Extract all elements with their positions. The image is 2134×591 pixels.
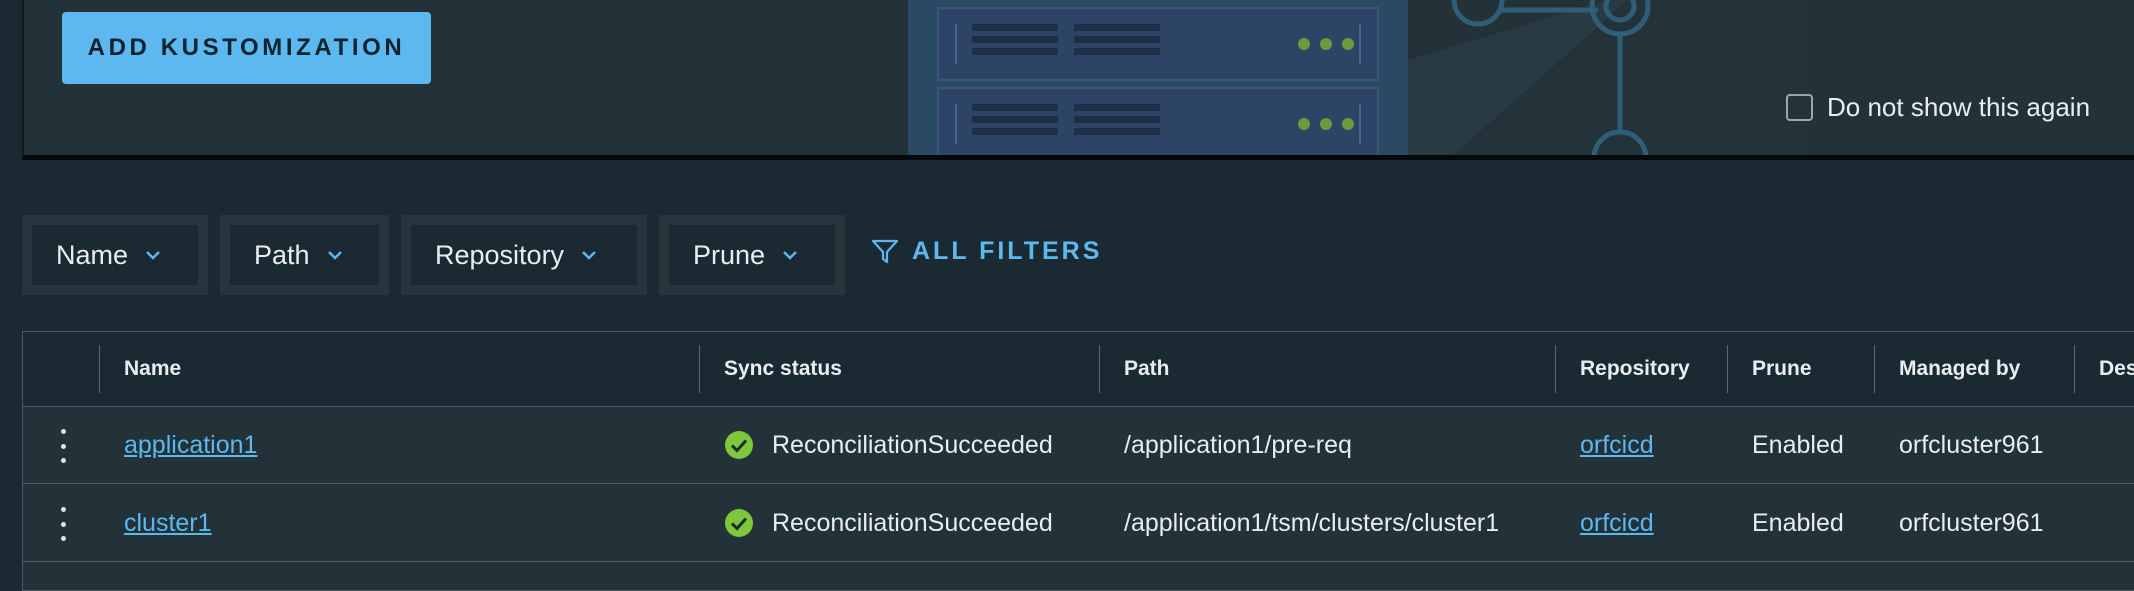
do-not-show-again[interactable]: Do not show this again xyxy=(1786,92,2090,123)
row-actions-kebab-icon[interactable] xyxy=(57,429,69,463)
filter-repository-label: Repository xyxy=(435,239,565,270)
network-illustration xyxy=(1408,0,1808,155)
filter-prune-label: Prune xyxy=(693,239,766,270)
column-header-prune[interactable]: Prune xyxy=(1752,332,1812,406)
check-circle-icon xyxy=(725,509,753,537)
column-header-description[interactable]: Des xyxy=(2099,332,2134,406)
add-kustomization-button[interactable]: ADD KUSTOMIZATION xyxy=(62,12,431,84)
check-circle-icon xyxy=(725,431,753,459)
column-separator xyxy=(99,345,100,393)
repository-link[interactable]: orfcicd xyxy=(1580,509,1654,538)
sync-status-cell: ReconciliationSucceeded xyxy=(724,407,1053,483)
column-separator xyxy=(1099,345,1100,393)
sync-status-text: ReconciliationSucceeded xyxy=(772,508,1053,537)
all-filters-label: ALL FILTERS xyxy=(912,236,1103,265)
prune-cell: Enabled xyxy=(1752,430,1844,459)
column-header-managed-by[interactable]: Managed by xyxy=(1899,332,2020,406)
path-cell: /application1/tsm/clusters/cluster1 xyxy=(1124,508,1500,537)
column-header-path[interactable]: Path xyxy=(1124,332,1170,406)
column-header-repository[interactable]: Repository xyxy=(1580,332,1690,406)
column-separator xyxy=(2074,345,2075,393)
all-filters-button[interactable]: ALL FILTERS xyxy=(870,236,1102,266)
row-actions-kebab-icon[interactable] xyxy=(57,507,69,541)
column-header-name[interactable]: Name xyxy=(124,332,181,406)
filter-name[interactable]: Name xyxy=(22,215,208,295)
managed-by-cell: orfcluster961 xyxy=(1899,430,2044,459)
kustomization-banner: ADD KUSTOMIZATION Do not show this again xyxy=(22,0,2134,160)
kustomization-name-link[interactable]: cluster1 xyxy=(124,509,212,538)
column-separator xyxy=(1555,345,1556,393)
do-not-show-label: Do not show this again xyxy=(1827,92,2091,122)
column-header-sync-status[interactable]: Sync status xyxy=(724,332,842,406)
table-row: application1 ReconciliationSucceeded /ap… xyxy=(23,407,2134,484)
filter-path-label: Path xyxy=(254,239,310,270)
table-header: Name Sync status Path Repository Prune M… xyxy=(23,332,2134,407)
filter-name-label: Name xyxy=(56,239,129,270)
path-cell: /application1/pre-req xyxy=(1124,430,1352,459)
sync-status-cell: ReconciliationSucceeded xyxy=(724,485,1053,561)
filter-icon xyxy=(871,239,899,264)
repository-link[interactable]: orfcicd xyxy=(1580,431,1654,460)
filter-prune[interactable]: Prune xyxy=(659,215,845,295)
server-illustration xyxy=(908,0,1408,155)
kustomization-name-link[interactable]: application1 xyxy=(124,431,257,460)
table-row: cluster1 ReconciliationSucceeded /applic… xyxy=(23,485,2134,562)
do-not-show-checkbox[interactable] xyxy=(1786,94,1813,121)
column-separator xyxy=(1727,345,1728,393)
kustomizations-table: Name Sync status Path Repository Prune M… xyxy=(22,331,2134,591)
chevron-down-icon xyxy=(327,251,342,260)
column-separator xyxy=(1874,345,1875,393)
filter-repository[interactable]: Repository xyxy=(401,215,647,295)
sync-status-text: ReconciliationSucceeded xyxy=(772,430,1053,459)
managed-by-cell: orfcluster961 xyxy=(1899,508,2044,537)
filter-path[interactable]: Path xyxy=(220,215,389,295)
chevron-down-icon xyxy=(783,251,797,260)
column-separator xyxy=(699,345,700,393)
chevron-down-icon xyxy=(582,251,596,260)
prune-cell: Enabled xyxy=(1752,508,1844,537)
chevron-down-icon xyxy=(146,251,160,260)
